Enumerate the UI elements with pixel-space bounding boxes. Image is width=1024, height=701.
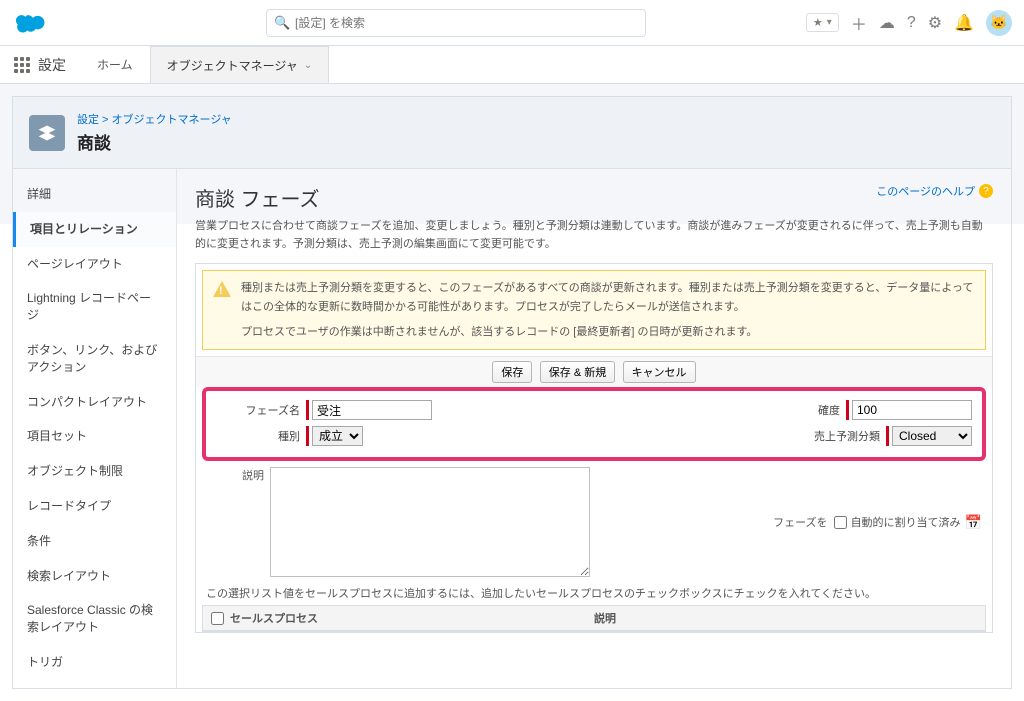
sidebar-item-lightning-pages[interactable]: Lightning レコードページ — [13, 281, 176, 333]
classic-panel: 種別または売上予測分類を変更すると、このフェーズがあるすべての商談が更新されます… — [195, 263, 993, 633]
type-select[interactable]: 成立 — [312, 426, 363, 446]
stage-name-label: フェーズ名 — [216, 402, 306, 418]
global-search: 🔍 — [266, 9, 646, 37]
stage-name-input[interactable] — [312, 400, 432, 420]
page-description: 営業プロセスに合わせて商談フェーズを追加、変更しましょう。種別と予測分類は連動し… — [195, 218, 993, 253]
nav-object-manager[interactable]: オブジェクトマネージャ⌄ — [150, 46, 330, 83]
sidebar-item-fields[interactable]: 項目とリレーション — [13, 212, 176, 247]
trailhead-icon[interactable]: ☁ — [879, 13, 895, 33]
sidebar-item-search-layouts[interactable]: 検索レイアウト — [13, 559, 176, 594]
type-label: 種別 — [216, 428, 306, 444]
sidebar-item-buttons[interactable]: ボタン、リンク、およびアクション — [13, 333, 176, 385]
context-bar: 設定 ホーム オブジェクトマネージャ⌄ — [0, 46, 1024, 84]
save-button[interactable]: 保存 — [492, 361, 532, 383]
description-label: 説明 — [206, 467, 270, 483]
sidebar-item-detail[interactable]: 詳細 — [13, 177, 176, 212]
breadcrumb-setup[interactable]: 設定 — [77, 114, 99, 126]
forecast-category-select[interactable]: Closed — [892, 426, 972, 446]
select-all-checkbox[interactable] — [211, 612, 224, 625]
object-title: 商談 — [77, 129, 232, 154]
favorite-dropdown[interactable]: ★ ▾ — [806, 13, 839, 32]
forecast-category-label: 売上予測分類 — [806, 428, 886, 444]
header-actions: ★ ▾ ＋ ☁ ? ⚙ 🔔 🐱 — [806, 10, 1012, 36]
assign-label: フェーズを — [764, 514, 834, 530]
help-badge-icon: ? — [979, 184, 993, 198]
notifications-bell-icon[interactable]: 🔔 — [954, 13, 974, 33]
sidebar-item-triggers[interactable]: トリガ — [13, 645, 176, 680]
sidebar-item-page-layouts[interactable]: ページレイアウト — [13, 247, 176, 282]
sidebar-item-classic-search[interactable]: Salesforce Classic の検索レイアウト — [13, 593, 176, 645]
nav-home[interactable]: ホーム — [80, 46, 150, 83]
setup-gear-icon[interactable]: ⚙ — [928, 13, 942, 33]
object-header: 設定 > オブジェクトマネージャ 商談 — [13, 97, 1011, 169]
page-title: 商談 フェーズ — [195, 183, 993, 212]
sidebar-item-compact-layouts[interactable]: コンパクトレイアウト — [13, 385, 176, 420]
global-search-input[interactable] — [266, 9, 646, 37]
sidebar-item-criteria[interactable]: 条件 — [13, 524, 176, 559]
app-name: 設定 — [38, 55, 66, 75]
search-icon: 🔍 — [274, 15, 290, 31]
sales-process-table: セールスプロセス 説明 — [202, 605, 986, 632]
sales-process-note: この選択リスト値をセールスプロセスに追加するには、追加したいセールスプロセスのチ… — [196, 577, 992, 605]
assign-text: 自動的に割り当て済み — [851, 514, 961, 530]
warning-line-1: 種別または売上予測分類を変更すると、このフェーズがあるすべての商談が更新されます… — [241, 279, 975, 316]
button-row: 保存 保存 & 新規 キャンセル — [196, 356, 992, 387]
assign-checkbox[interactable] — [834, 516, 847, 529]
sidebar-item-object-limits[interactable]: オブジェクト制限 — [13, 454, 176, 489]
description-textarea[interactable] — [270, 467, 590, 577]
add-icon[interactable]: ＋ — [851, 11, 867, 35]
warning-icon — [213, 281, 231, 297]
object-sidebar: 詳細 項目とリレーション ページレイアウト Lightning レコードページ … — [13, 169, 177, 688]
probability-input[interactable] — [852, 400, 972, 420]
cancel-button[interactable]: キャンセル — [623, 361, 696, 383]
page-help-link[interactable]: このページのヘルプ? — [876, 183, 993, 199]
object-icon — [29, 115, 65, 151]
avatar[interactable]: 🐱 — [986, 10, 1012, 36]
sidebar-item-field-sets[interactable]: 項目セット — [13, 419, 176, 454]
app-launcher[interactable]: 設定 — [0, 46, 80, 83]
app-launcher-icon — [14, 57, 30, 73]
date-picker-icon[interactable]: 📅 — [965, 514, 982, 531]
warning-box: 種別または売上予測分類を変更すると、このフェーズがあるすべての商談が更新されます… — [202, 270, 986, 350]
breadcrumb: 設定 > オブジェクトマネージャ — [77, 111, 232, 127]
chevron-down-icon: ⌄ — [304, 60, 312, 71]
help-icon[interactable]: ? — [907, 14, 916, 32]
warning-line-2: プロセスでユーザの作業は中断されませんが、該当するレコードの [最終更新者] の… — [241, 323, 975, 342]
probability-label: 確度 — [786, 402, 846, 418]
col-description: 説明 — [594, 610, 977, 626]
salesforce-logo-icon — [12, 10, 50, 36]
stage-form: フェーズ名 確度 種別 — [202, 387, 986, 461]
save-new-button[interactable]: 保存 & 新規 — [540, 361, 615, 383]
sidebar-item-record-types[interactable]: レコードタイプ — [13, 489, 176, 524]
global-header: 🔍 ★ ▾ ＋ ☁ ? ⚙ 🔔 🐱 — [0, 0, 1024, 46]
breadcrumb-object-manager[interactable]: オブジェクトマネージャ — [112, 114, 232, 126]
col-sales-process: セールスプロセス — [230, 610, 318, 626]
